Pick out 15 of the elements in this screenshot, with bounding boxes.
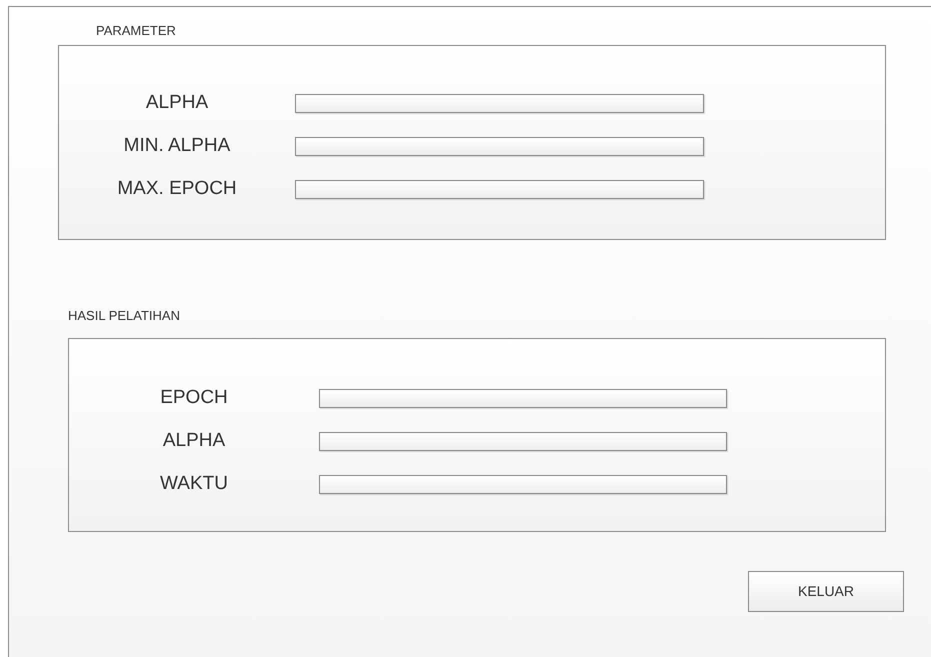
field-label: WAKTU	[160, 472, 228, 496]
field-label: ALPHA	[146, 90, 208, 115]
field-label: EPOCH	[160, 386, 228, 410]
input-field[interactable]	[319, 388, 727, 408]
input-field[interactable]	[295, 94, 704, 112]
field-label: ALPHA	[162, 428, 226, 453]
section-title: PARAMETER	[96, 23, 176, 38]
input-field[interactable]	[295, 136, 704, 156]
section-title: HASIL PELATIHAN	[68, 308, 180, 323]
input-field[interactable]	[319, 432, 727, 450]
field-label: MIN. ALPHA	[124, 134, 230, 158]
exit-button[interactable]: KELUAR	[748, 571, 904, 612]
input-field[interactable]	[295, 180, 704, 198]
field-label: MAX. EPOCH	[117, 176, 237, 201]
input-field[interactable]	[319, 474, 727, 494]
